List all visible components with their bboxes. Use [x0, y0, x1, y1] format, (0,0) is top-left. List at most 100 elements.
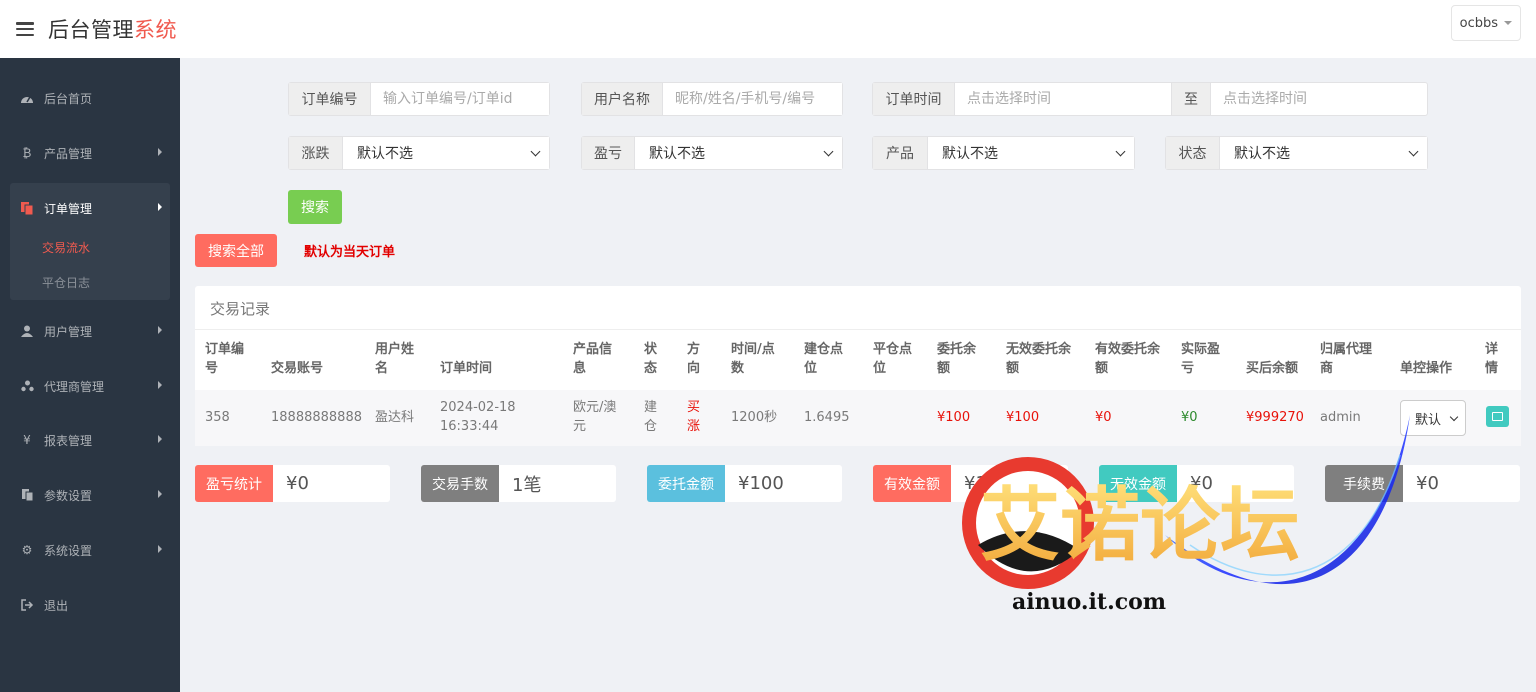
order-time-label: 订单时间: [873, 83, 955, 115]
col-header-close-price: 平仓点位: [873, 342, 913, 376]
sidebar-subitem-close-log[interactable]: 平仓日志: [42, 274, 90, 291]
stat-profit-loss: 盈亏统计 ¥0: [195, 465, 390, 502]
bitcoin-icon: ₿: [22, 146, 32, 160]
caret-down-icon: [1504, 21, 1512, 25]
order-time-end-input[interactable]: [1211, 83, 1425, 115]
stat-fee: 手续费 ¥0: [1325, 465, 1520, 502]
default-hint: 默认为当天订单: [304, 245, 396, 260]
col-header-valid-entrust: 有效委托余额: [1095, 342, 1161, 376]
stat-label: 交易手数: [421, 465, 499, 502]
status-label: 状态: [1166, 137, 1220, 169]
cell-order-time: 2024-02-18 16:33:44: [440, 400, 516, 434]
chevron-right-icon: [158, 490, 162, 498]
cell-invalid-entrust: ¥100: [1006, 410, 1040, 425]
col-header-order-no: 订单编号: [205, 342, 245, 376]
order-time-start-input[interactable]: [955, 83, 1171, 115]
cell-open-price: 1.6495: [804, 410, 850, 425]
product-select[interactable]: 默认不选: [928, 137, 1134, 169]
stat-value: 1笔: [499, 465, 616, 502]
col-header-direction: 方向: [687, 342, 701, 376]
stat-value: ¥0: [273, 465, 390, 502]
dashboard-icon: [20, 91, 34, 105]
sidebar-item-system[interactable]: ⚙ 系统设置: [0, 530, 180, 570]
stat-trade-count: 交易手数 1笔: [421, 465, 616, 502]
profit-loss-label: 盈亏: [582, 137, 635, 169]
stat-value: ¥100: [951, 465, 1068, 502]
cell-product: 欧元/澳元: [573, 400, 617, 434]
product-filter: 产品 默认不选: [872, 136, 1135, 170]
status-filter: 状态 默认不选: [1165, 136, 1428, 170]
cell-entrust-balance: ¥100: [937, 410, 971, 425]
cogs-icon: ⚙: [21, 543, 33, 557]
order-no-filter: 订单编号: [288, 82, 550, 116]
col-header-time-points: 时间/点数: [731, 342, 775, 376]
cell-time-points: 1200秒: [731, 410, 778, 425]
col-header-detail: 详情: [1485, 342, 1499, 376]
sidebar-item-reports[interactable]: ¥ 报表管理: [0, 420, 180, 460]
order-no-label: 订单编号: [289, 83, 371, 115]
sidebar-item-agents[interactable]: 代理商管理: [0, 366, 180, 406]
stat-label: 盈亏统计: [195, 465, 273, 502]
trade-records-panel: 交易记录 订单编号 交易账号 用户姓名 订单时间 产品信息 状态 方向 时间/点…: [195, 286, 1521, 446]
user-name: ocbbs: [1459, 15, 1498, 31]
sidebar-item-orders[interactable]: 订单管理: [0, 188, 180, 228]
chevron-right-icon: [158, 435, 162, 443]
stat-label: 无效金额: [1099, 465, 1177, 502]
search-button[interactable]: 搜索: [288, 190, 342, 224]
cell-account: 18888888888: [271, 410, 362, 425]
chevron-right-icon: [158, 545, 162, 553]
stat-valid-amount: 有效金额 ¥100: [873, 465, 1068, 502]
yen-icon: ¥: [23, 433, 31, 447]
col-header-balance-after: 买后余额: [1246, 361, 1299, 376]
sidebar-item-logout[interactable]: 退出: [0, 585, 180, 625]
stat-label: 有效金额: [873, 465, 951, 502]
order-time-to-label: 至: [1171, 83, 1211, 115]
rise-fall-label: 涨跌: [289, 137, 343, 169]
user-name-label: 用户名称: [582, 83, 663, 115]
order-time-filter: 订单时间 至: [872, 82, 1428, 116]
sidebar-item-users[interactable]: 用户管理: [0, 311, 180, 351]
main-content: 订单编号 用户名称 订单时间 至 涨跌 默认不选 盈亏 默认不选 产品 默认不选…: [180, 58, 1536, 692]
stat-value: ¥0: [1177, 465, 1294, 502]
cell-agent: admin: [1320, 410, 1361, 425]
rise-fall-filter: 涨跌 默认不选: [288, 136, 550, 170]
chevron-down-icon: [1408, 146, 1419, 157]
col-header-product: 产品信息: [573, 342, 613, 376]
user-name-filter: 用户名称: [581, 82, 843, 116]
user-dropdown[interactable]: ocbbs: [1450, 5, 1521, 41]
detail-button[interactable]: [1486, 406, 1509, 427]
cell-user-name: 盈达科: [375, 410, 415, 425]
profit-loss-filter: 盈亏 默认不选: [581, 136, 843, 170]
menu-toggle-icon[interactable]: [16, 22, 34, 36]
sidebar-subitem-trades[interactable]: 交易流水: [42, 239, 90, 256]
chevron-right-icon: [158, 148, 162, 156]
profit-loss-select[interactable]: 默认不选: [635, 137, 842, 169]
status-select[interactable]: 默认不选: [1220, 137, 1427, 169]
cell-status: 建仓: [644, 400, 658, 434]
sidebar-item-products[interactable]: ₿ 产品管理: [0, 133, 180, 173]
sidebar-item-params[interactable]: 参数设置: [0, 475, 180, 515]
sidebar-item-home[interactable]: 后台首页: [0, 78, 180, 118]
stat-value: ¥100: [725, 465, 842, 502]
detail-icon: [1492, 412, 1503, 421]
col-header-actual-pl: 实际盈亏: [1181, 342, 1221, 376]
chevron-down-icon: [1115, 146, 1126, 157]
product-label: 产品: [873, 137, 928, 169]
chevron-down-icon: [530, 146, 541, 157]
control-select[interactable]: 默认: [1400, 400, 1466, 436]
search-all-button[interactable]: 搜索全部: [195, 234, 277, 267]
files-icon: [20, 488, 34, 502]
top-header: 后台管理系统 ocbbs: [0, 0, 1536, 58]
user-icon: [20, 324, 34, 338]
order-no-input[interactable]: [371, 83, 549, 115]
col-header-entrust-balance: 委托余额: [937, 342, 977, 376]
cell-valid-entrust: ¥0: [1095, 410, 1112, 425]
sitemap-icon: [20, 379, 34, 393]
user-name-input[interactable]: [663, 83, 842, 115]
cell-balance-after: ¥999270: [1246, 410, 1304, 425]
chevron-down-icon: [823, 146, 834, 157]
col-header-order-time: 订单时间: [440, 361, 493, 376]
cell-actual-pl: ¥0: [1181, 410, 1198, 425]
rise-fall-select[interactable]: 默认不选: [343, 137, 549, 169]
col-header-account: 交易账号: [271, 361, 324, 376]
